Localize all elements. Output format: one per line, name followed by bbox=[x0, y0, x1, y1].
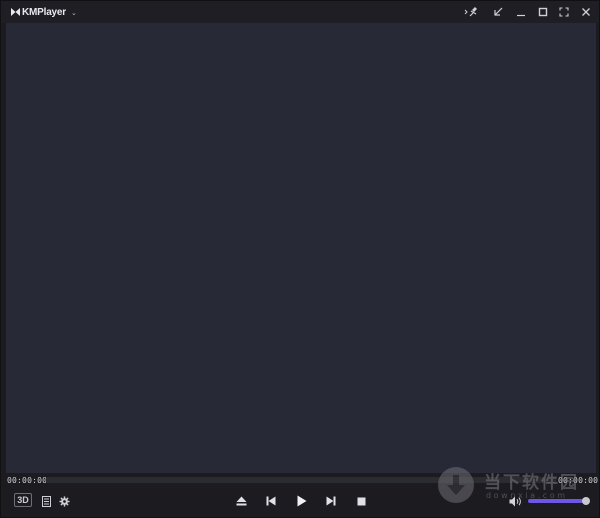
playlist-button[interactable] bbox=[39, 492, 53, 510]
close-icon bbox=[581, 7, 591, 17]
kmplayer-window: KMPlayer ⌄ 00:00:00 00:00:00 当下软件园 downx… bbox=[0, 0, 600, 518]
stop-button[interactable] bbox=[353, 492, 369, 510]
total-time: 00:00:00 bbox=[558, 476, 599, 485]
settings-button[interactable] bbox=[57, 492, 71, 510]
gear-icon bbox=[58, 495, 70, 507]
app-title: KMPlayer bbox=[22, 6, 66, 18]
eject-button[interactable] bbox=[233, 492, 249, 510]
pin-icon bbox=[464, 6, 478, 18]
chevron-down-icon: ⌄ bbox=[70, 8, 77, 17]
video-display-area[interactable] bbox=[6, 23, 596, 473]
elapsed-time: 00:00:00 bbox=[7, 476, 48, 485]
eject-icon bbox=[236, 496, 247, 506]
volume-slider[interactable] bbox=[528, 497, 590, 505]
play-icon bbox=[297, 495, 307, 507]
playlist-icon bbox=[41, 495, 51, 507]
pin-button[interactable] bbox=[464, 5, 478, 19]
next-button[interactable] bbox=[323, 492, 339, 510]
skip-next-icon bbox=[326, 496, 336, 506]
app-menu-button[interactable]: KMPlayer ⌄ bbox=[11, 6, 77, 18]
arrow-down-left-icon bbox=[493, 7, 503, 17]
previous-button[interactable] bbox=[263, 492, 279, 510]
skip-previous-icon bbox=[266, 496, 276, 506]
play-button[interactable] bbox=[294, 492, 310, 510]
mute-button[interactable] bbox=[508, 492, 524, 510]
minimize-icon bbox=[516, 7, 526, 17]
seek-bar[interactable] bbox=[46, 477, 556, 483]
volume-slider-handle[interactable] bbox=[581, 497, 590, 505]
maximize-button[interactable] bbox=[536, 5, 550, 19]
3d-mode-button[interactable]: 3D bbox=[14, 493, 32, 507]
stop-icon bbox=[357, 497, 366, 506]
minimize-button[interactable] bbox=[514, 5, 528, 19]
maximize-icon bbox=[538, 7, 548, 17]
restore-down-button[interactable] bbox=[491, 5, 505, 19]
speaker-icon bbox=[509, 496, 523, 507]
close-button[interactable] bbox=[579, 5, 593, 19]
fullscreen-icon bbox=[559, 7, 569, 17]
fullscreen-button[interactable] bbox=[557, 5, 571, 19]
title-bar[interactable]: KMPlayer ⌄ bbox=[1, 1, 599, 23]
kmplayer-logo-icon bbox=[11, 8, 20, 16]
volume-slider-fill bbox=[528, 499, 586, 503]
